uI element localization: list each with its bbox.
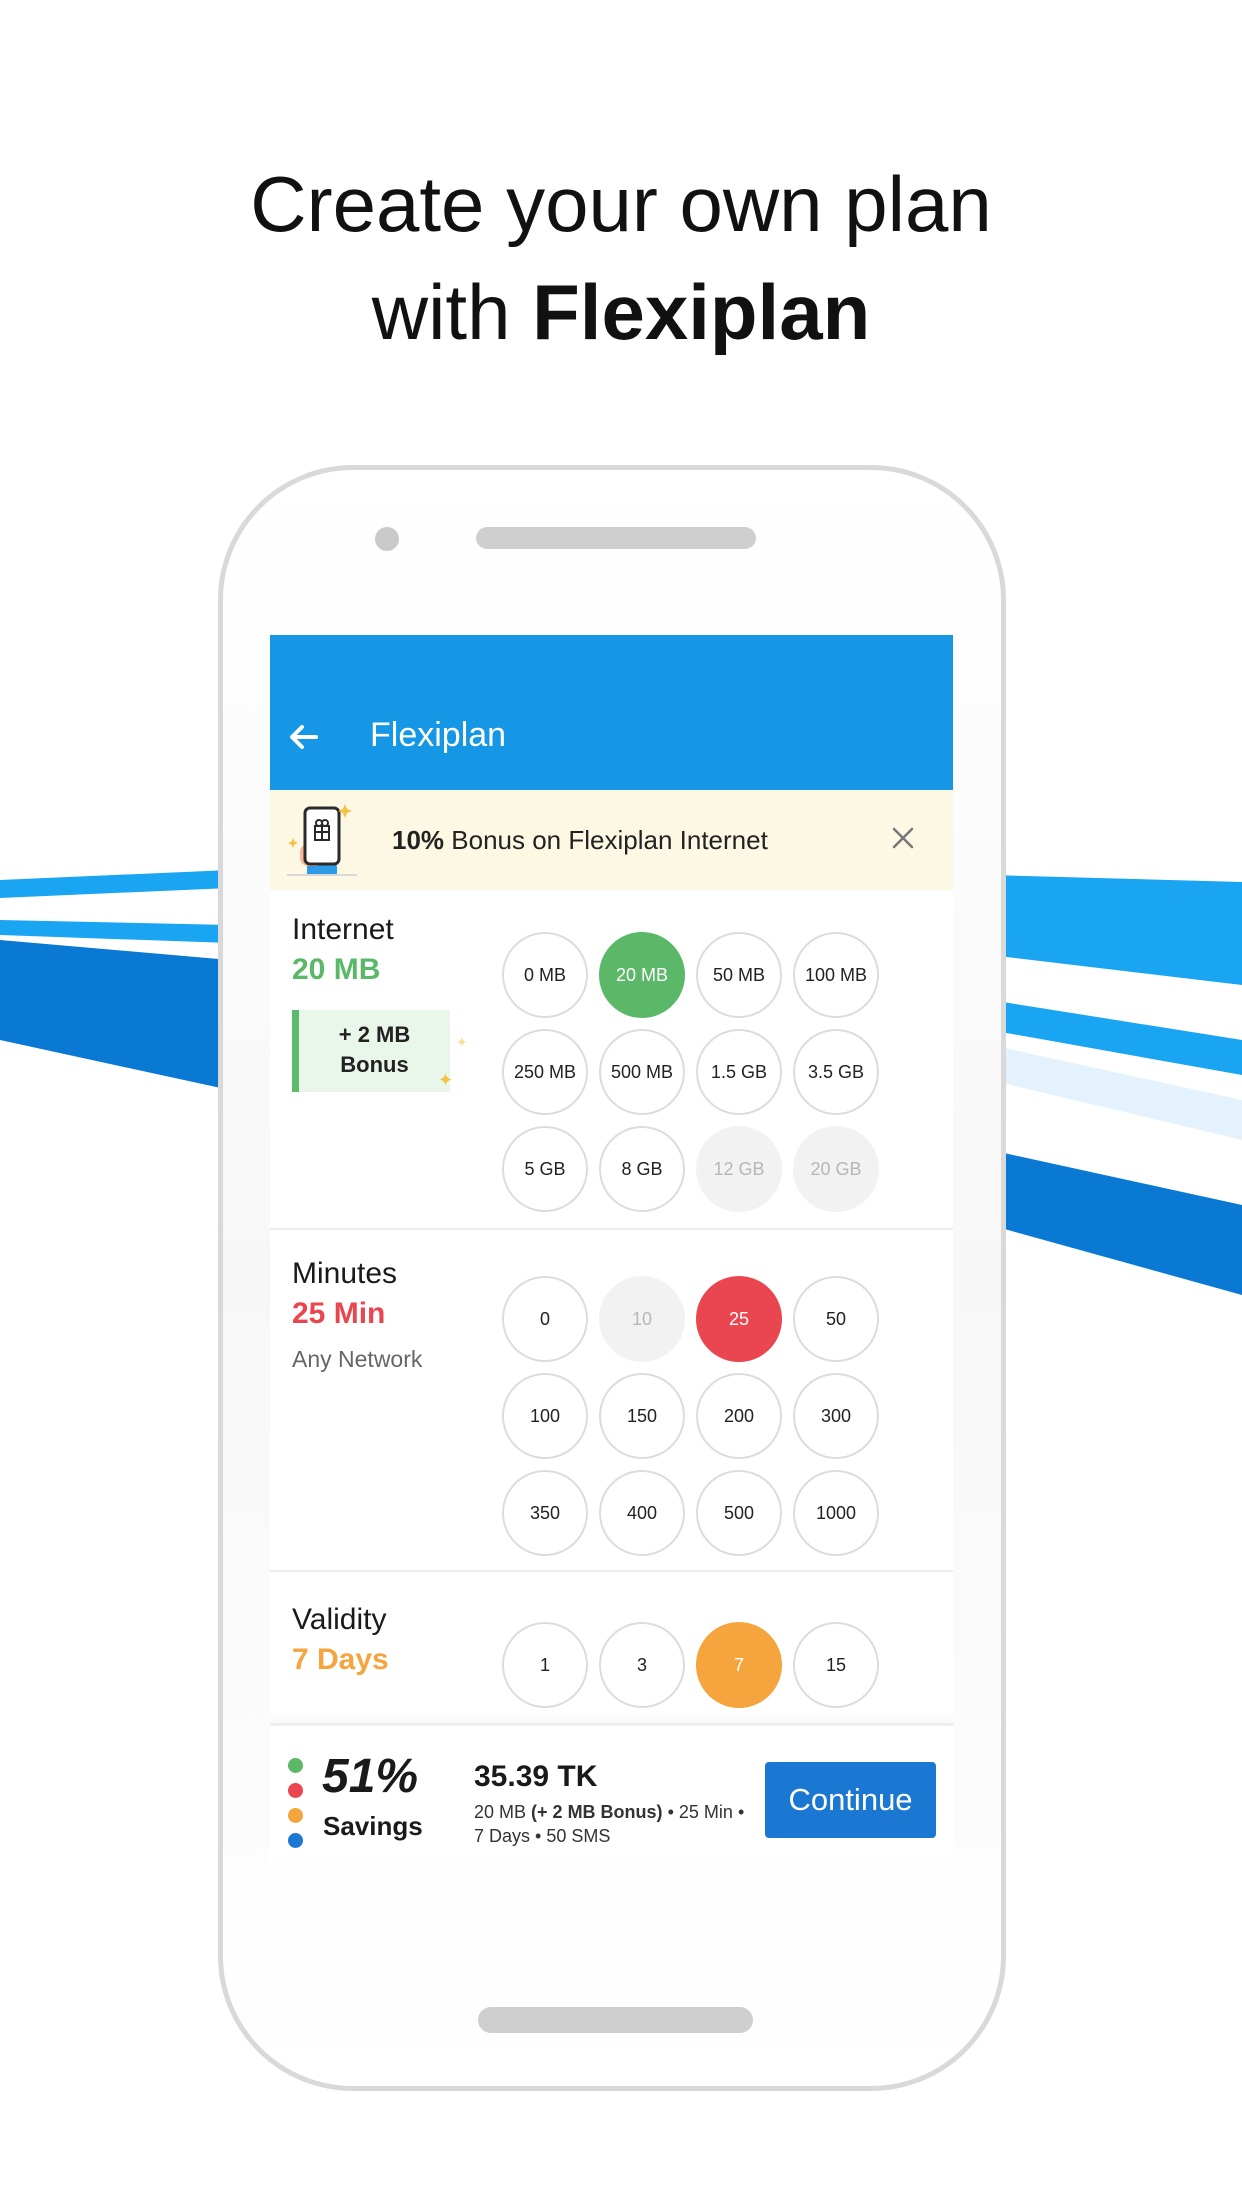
phone-gift-icon [287, 804, 357, 876]
promo-bold: 10% [392, 825, 445, 855]
minutes-section: Minutes 25 Min Any Network 0 10 25 50 100 150… [270, 1232, 953, 1572]
internet-option: 20 GB [793, 1126, 879, 1212]
minutes-label: Minutes [292, 1257, 398, 1290]
internet-option[interactable]: 100 MB [793, 932, 879, 1018]
summary-minutes: • 25 Min [667, 1802, 733, 1822]
internet-option[interactable]: 1.5 GB [696, 1029, 782, 1115]
internet-label: Internet [292, 913, 394, 946]
savings-label: Savings [323, 1811, 423, 1841]
promo-text: 10% Bonus on Flexiplan Internet [392, 822, 768, 858]
app-bar: Flexiplan [270, 635, 953, 790]
sms-dot [288, 1833, 303, 1848]
bonus-badge: + 2 MB Bonus [292, 1010, 450, 1092]
summary-bonus: (+ 2 MB Bonus) [531, 1802, 663, 1822]
internet-option[interactable]: 500 MB [599, 1029, 685, 1115]
summary-data: 20 MB [474, 1802, 527, 1822]
plan-summary: 20 MB (+ 2 MB Bonus) • 25 Min • 7 Days •… [474, 1800, 756, 1848]
sparkle-icon: ✦ [456, 1034, 468, 1050]
phone-camera [375, 527, 399, 551]
internet-option[interactable]: 250 MB [502, 1029, 588, 1115]
minutes-option[interactable]: 300 [793, 1373, 879, 1459]
minutes-option[interactable]: 400 [599, 1470, 685, 1556]
internet-option[interactable]: 0 MB [502, 932, 588, 1018]
validity-options: 1 3 7 15 [502, 1622, 879, 1708]
bonus-label: Bonus [340, 1052, 409, 1077]
minutes-option[interactable]: 25 [696, 1276, 782, 1362]
arrow-left-icon[interactable] [282, 715, 326, 759]
minutes-option[interactable]: 50 [793, 1276, 879, 1362]
validity-option[interactable]: 1 [502, 1622, 588, 1708]
color-legend [288, 1758, 304, 1858]
phone-speaker [476, 527, 756, 549]
internet-options: 0 MB 20 MB 50 MB 100 MB 250 MB 500 MB 1.5 GB 3.… [502, 932, 879, 1212]
continue-button[interactable]: Continue [765, 1762, 936, 1838]
minutes-value: 25 Min [292, 1297, 386, 1330]
minutes-option[interactable]: 150 [599, 1373, 685, 1459]
internet-value: 20 MB [292, 953, 381, 986]
minutes-options: 0 10 25 50 100 150 200 300 350 400 500 1000 [502, 1276, 879, 1556]
plan-price: 35.39 TK [474, 1760, 598, 1793]
internet-option[interactable]: 3.5 GB [793, 1029, 879, 1115]
internet-dot [288, 1758, 303, 1773]
validity-section: Validity 7 Days 1 3 7 15 [270, 1574, 953, 1739]
minutes-option[interactable]: 100 [502, 1373, 588, 1459]
headline-line-1: Create your own plan [250, 160, 992, 248]
validity-value: 7 Days [292, 1643, 389, 1676]
minutes-option: 10 [599, 1276, 685, 1362]
minutes-dot [288, 1783, 303, 1798]
summary-footer: 51% Savings 35.39 TK 20 MB (+ 2 MB Bonus… [270, 1723, 953, 1863]
internet-option[interactable]: 8 GB [599, 1126, 685, 1212]
validity-option[interactable]: 3 [599, 1622, 685, 1708]
internet-option[interactable]: 20 MB [599, 932, 685, 1018]
promo-banner[interactable]: 10% Bonus on Flexiplan Internet [270, 790, 953, 890]
promo-label: Bonus on Flexiplan Internet [451, 825, 768, 855]
minutes-option[interactable]: 1000 [793, 1470, 879, 1556]
validity-option[interactable]: 15 [793, 1622, 879, 1708]
close-icon[interactable] [885, 820, 921, 856]
internet-section: Internet 20 MB + 2 MB Bonus ✦ ✦ 0 MB 20 M… [270, 890, 953, 1230]
bonus-amount: + 2 MB [338, 1022, 411, 1047]
headline-brand: Flexiplan [532, 268, 871, 356]
minutes-option[interactable]: 350 [502, 1470, 588, 1556]
minutes-option[interactable]: 500 [696, 1470, 782, 1556]
headline-line-2: with Flexiplan [0, 258, 1242, 366]
phone-home-bar [478, 2007, 753, 2033]
sparkle-icon: ✦ [438, 1070, 454, 1090]
internet-option: 12 GB [696, 1126, 782, 1212]
validity-dot [288, 1808, 303, 1823]
savings-percentage: 51% [322, 1750, 419, 1803]
minutes-network-note: Any Network [292, 1346, 423, 1372]
validity-option[interactable]: 7 [696, 1622, 782, 1708]
headline-prefix: with [371, 268, 511, 356]
validity-label: Validity [292, 1603, 387, 1636]
page-headline: Create your own plan with Flexiplan [0, 150, 1242, 366]
internet-option[interactable]: 50 MB [696, 932, 782, 1018]
app-screen: Flexiplan 10% Bonus on Flexiplan Interne… [270, 635, 953, 1863]
minutes-option[interactable]: 200 [696, 1373, 782, 1459]
app-bar-title: Flexiplan [370, 716, 507, 754]
internet-option[interactable]: 5 GB [502, 1126, 588, 1212]
minutes-option[interactable]: 0 [502, 1276, 588, 1362]
